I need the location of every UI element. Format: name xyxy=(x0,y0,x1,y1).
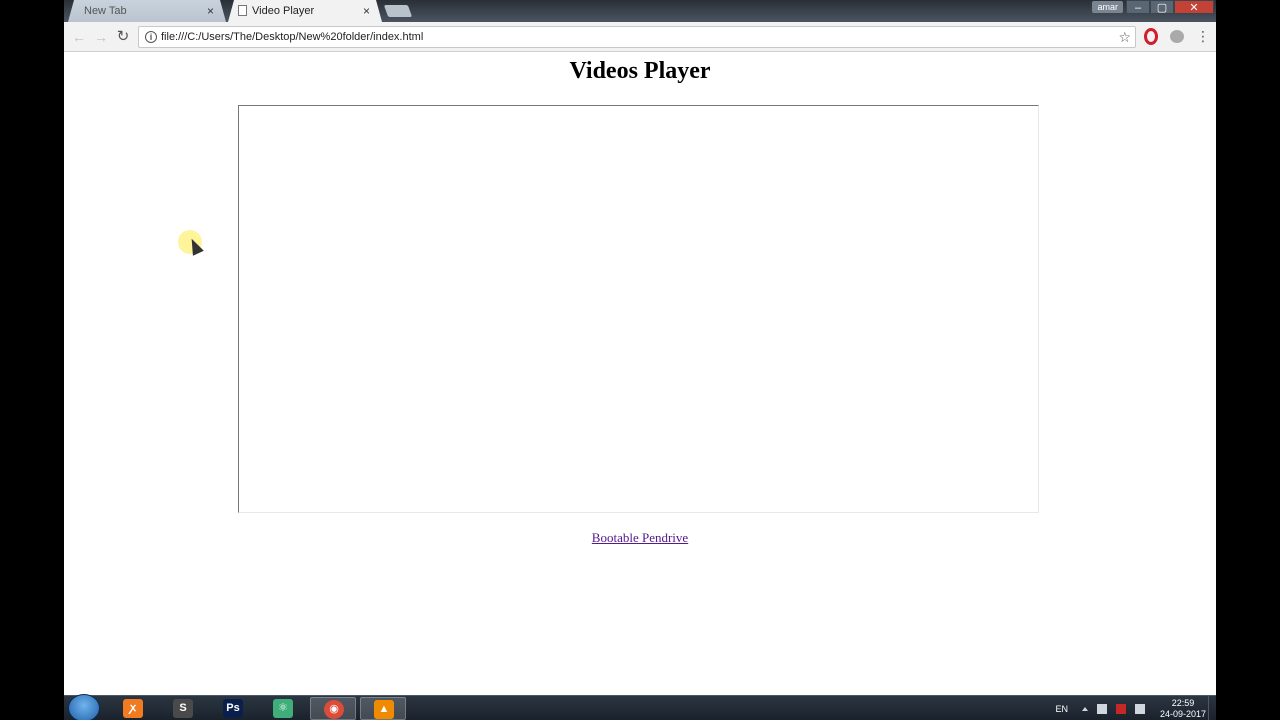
tab-label: New Tab xyxy=(84,5,127,17)
xampp-icon: ꭗ xyxy=(123,699,143,718)
chrome-icon: ◉ xyxy=(324,700,344,719)
photoshop-icon: Ps xyxy=(223,699,243,718)
tab-label: Video Player xyxy=(252,5,315,17)
video-player[interactable] xyxy=(238,105,1039,513)
show-desktop-button[interactable] xyxy=(1208,696,1216,720)
taskbar: ꭗ S Ps ⚛ ◉ ▲ EN 22:59 24-09-2017 xyxy=(64,694,1216,720)
clock-time: 22:59 xyxy=(1171,697,1195,708)
new-tab-button[interactable] xyxy=(383,5,413,17)
clock[interactable]: 22:59 24-09-2017 xyxy=(1160,698,1206,720)
user-badge[interactable]: amar xyxy=(1092,1,1123,13)
start-button[interactable] xyxy=(68,694,100,720)
back-arrow-icon[interactable]: ← xyxy=(70,28,88,46)
taskbar-app-chrome[interactable]: ◉ xyxy=(310,697,356,720)
tab-video-player[interactable]: Video Player × xyxy=(228,0,382,22)
forward-arrow-icon[interactable]: → xyxy=(92,28,110,46)
taskbar-app-photoshop[interactable]: Ps xyxy=(210,697,256,720)
extension-icon[interactable] xyxy=(1170,30,1184,43)
taskbar-app-atom[interactable]: ⚛ xyxy=(260,697,306,720)
close-window-button[interactable]: ✕ xyxy=(1174,0,1214,14)
taskbar-app-vlc[interactable]: ▲ xyxy=(360,697,406,720)
chevron-up-icon[interactable] xyxy=(1081,706,1088,711)
info-icon[interactable]: i xyxy=(145,31,157,43)
clock-date: 24-09-2017 xyxy=(1159,708,1206,719)
network-icon[interactable] xyxy=(1115,703,1126,714)
vlc-icon: ▲ xyxy=(374,700,394,719)
taskbar-app-xampp[interactable]: ꭗ xyxy=(110,697,156,720)
reload-icon[interactable]: ↻ xyxy=(114,28,132,46)
tab-strip: New Tab × Video Player × amar – ▢ ✕ xyxy=(64,0,1216,22)
video-link-container: Bootable Pendrive xyxy=(64,530,1216,546)
language-indicator[interactable]: EN xyxy=(1055,704,1068,714)
page-icon xyxy=(238,5,247,16)
close-icon[interactable]: × xyxy=(207,0,214,22)
maximize-button[interactable]: ▢ xyxy=(1150,0,1174,14)
url-text[interactable]: file:///C:/Users/The/Desktop/New%20folde… xyxy=(161,27,423,47)
star-icon[interactable]: ☆ xyxy=(1118,27,1131,47)
atom-icon: ⚛ xyxy=(273,699,293,718)
bootable-pendrive-link[interactable]: Bootable Pendrive xyxy=(592,530,688,545)
sublime-text-icon: S xyxy=(173,699,193,718)
tab-new-tab[interactable]: New Tab × xyxy=(68,0,226,22)
browser-window: New Tab × Video Player × amar – ▢ ✕ ← → … xyxy=(64,0,1216,720)
taskbar-app-sublime-text[interactable]: S xyxy=(160,697,206,720)
page-title: Videos Player xyxy=(569,58,711,84)
flag-icon[interactable] xyxy=(1096,703,1107,714)
menu-icon[interactable]: ⋮ xyxy=(1196,26,1210,46)
minimize-button[interactable]: – xyxy=(1126,0,1150,14)
close-icon[interactable]: × xyxy=(363,0,370,22)
volume-icon[interactable] xyxy=(1134,703,1145,714)
system-tray: EN 22:59 24-09-2017 xyxy=(1055,696,1206,720)
window-controls: amar – ▢ ✕ xyxy=(1092,0,1214,16)
opera-icon[interactable] xyxy=(1144,28,1158,45)
browser-toolbar: ← → ↻ i file:///C:/Users/The/Desktop/New… xyxy=(64,22,1216,52)
address-bar[interactable]: i file:///C:/Users/The/Desktop/New%20fol… xyxy=(138,26,1136,48)
